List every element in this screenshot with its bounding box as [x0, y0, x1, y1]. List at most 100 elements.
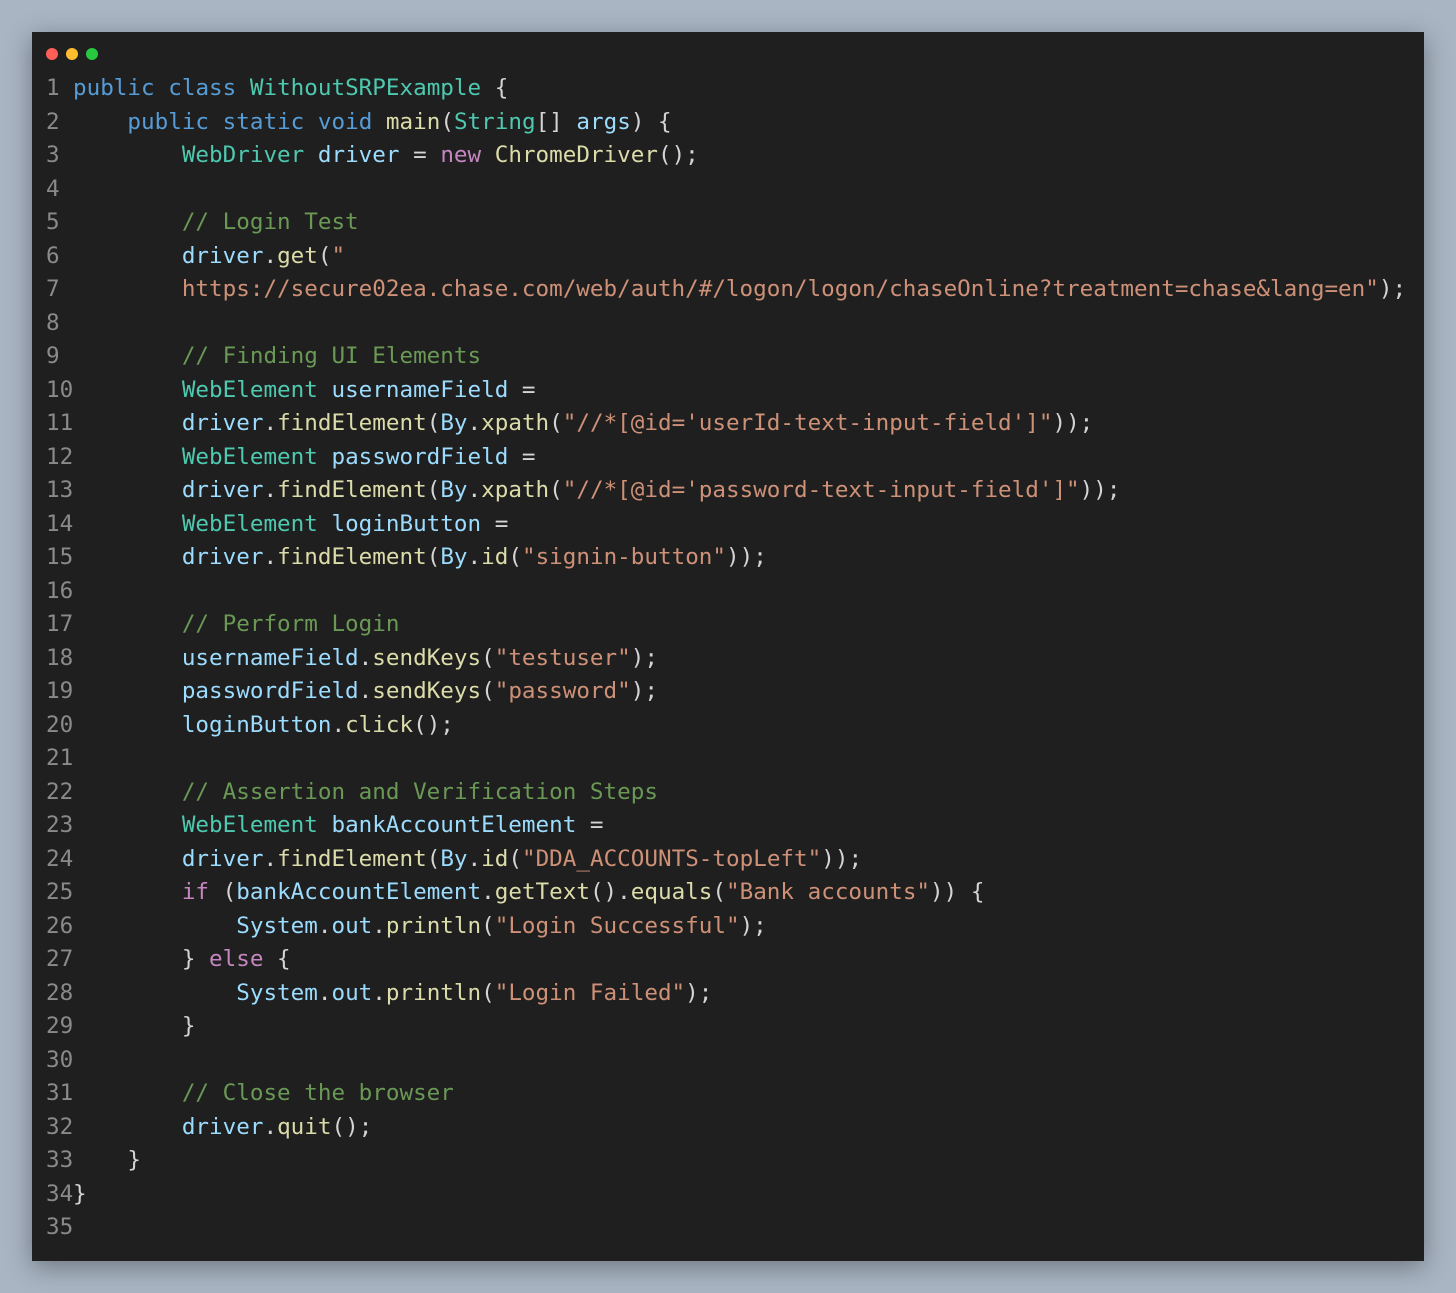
code-token: // Close the browser	[181, 1080, 454, 1106]
code-token: passwordField	[331, 443, 509, 470]
code-token: ));	[1079, 477, 1121, 503]
code-token: (	[481, 644, 495, 671]
code-token: "password"	[494, 678, 631, 704]
code-token: getText	[494, 879, 590, 905]
code-token: driver	[181, 242, 264, 269]
code-token: findElement	[277, 410, 427, 436]
line-code: WebElement passwordField =	[73, 441, 536, 475]
code-token: String	[453, 108, 536, 135]
line-code: public static void main(String[] args) {	[73, 106, 671, 140]
code-token: findElement	[277, 845, 427, 872]
code-token: "Login Successful"	[494, 912, 740, 939]
code-token: =	[508, 376, 536, 403]
code-token: WebElement	[181, 510, 318, 537]
close-window-button[interactable]	[46, 48, 58, 60]
code-line: 10 WebElement usernameField =	[32, 374, 1424, 408]
code-token: );	[1378, 276, 1407, 302]
line-code: WebElement usernameField =	[73, 374, 536, 408]
code-line: 31 // Close the browser	[32, 1077, 1424, 1111]
code-token: public	[127, 108, 210, 135]
code-token: (	[508, 544, 522, 570]
code-token: .	[467, 544, 482, 570]
code-token: }	[73, 1180, 87, 1207]
code-token: By	[440, 544, 468, 570]
code-token: By	[440, 410, 468, 436]
code-token: driver	[181, 845, 264, 872]
code-line: 18 usernameField.sendKeys("testuser");	[32, 642, 1424, 676]
code-token: .	[263, 410, 278, 436]
code-token: (	[209, 879, 237, 905]
code-token: }	[73, 1147, 142, 1173]
code-token: );	[685, 979, 713, 1006]
code-token: .	[331, 711, 346, 738]
code-token: get	[277, 242, 318, 269]
code-line: 28 System.out.println("Login Failed");	[32, 977, 1424, 1011]
code-token: id	[481, 845, 509, 872]
code-token: );	[630, 678, 658, 704]
code-line: 24 driver.findElement(By.id("DDA_ACCOUNT…	[32, 843, 1424, 877]
code-token: (	[481, 678, 495, 704]
code-token: driver	[181, 1113, 264, 1140]
code-token: ));	[726, 544, 767, 570]
line-number: 30	[46, 1046, 74, 1073]
code-token: public	[73, 75, 155, 101]
code-line: 20 loginButton.click();	[32, 709, 1424, 743]
code-token: .	[263, 1113, 278, 1140]
line-number: 16	[46, 577, 74, 604]
code-token: (	[317, 242, 332, 269]
code-token: =	[576, 812, 604, 838]
code-line: 32 driver.quit();	[32, 1111, 1424, 1145]
code-token: []	[535, 108, 577, 135]
maximize-window-button[interactable]	[86, 48, 98, 60]
code-token: sendKeys	[372, 644, 482, 671]
code-token: new	[440, 142, 482, 168]
code-line: 3 WebDriver driver = new ChromeDriver();	[32, 139, 1424, 173]
code-line: 27 } else {	[32, 943, 1424, 977]
code-token: static	[222, 108, 305, 135]
code-token: void	[317, 108, 373, 135]
line-code: usernameField.sendKeys("testuser");	[73, 642, 658, 676]
code-token: // Perform Login	[181, 611, 400, 637]
code-line: 16	[32, 575, 1424, 609]
code-token: // Assertion and Verification Steps	[181, 778, 658, 805]
code-token: quit	[277, 1113, 332, 1140]
line-code: WebElement loginButton =	[73, 508, 509, 542]
code-line: 13 driver.findElement(By.xpath("//*[@id=…	[32, 474, 1424, 508]
code-token: main	[385, 108, 441, 135]
code-token: .	[372, 912, 386, 939]
code-token: (	[481, 979, 495, 1006]
code-token: loginButton	[181, 711, 332, 738]
code-token: );	[739, 912, 767, 939]
code-line: 29 }	[32, 1010, 1424, 1044]
code-token: equals	[630, 879, 713, 905]
code-token: By	[440, 845, 468, 872]
code-editor[interactable]: 1 public class WithoutSRPExample {2 publi…	[32, 72, 1424, 1245]
code-token: println	[385, 912, 482, 939]
code-token: )) {	[930, 879, 985, 905]
code-token: (	[549, 410, 563, 436]
code-line: 22 // Assertion and Verification Steps	[32, 776, 1424, 810]
code-token: click	[345, 711, 414, 738]
line-code: passwordField.sendKeys("password");	[73, 675, 658, 709]
code-line: 15 driver.findElement(By.id("signin-butt…	[32, 541, 1424, 575]
code-token: "signin-button"	[521, 544, 727, 570]
minimize-window-button[interactable]	[66, 48, 78, 60]
line-code: https://secure02ea.chase.com/web/auth/#/…	[73, 273, 1406, 307]
code-line: 1 public class WithoutSRPExample {	[32, 72, 1424, 106]
window-controls	[46, 48, 98, 60]
